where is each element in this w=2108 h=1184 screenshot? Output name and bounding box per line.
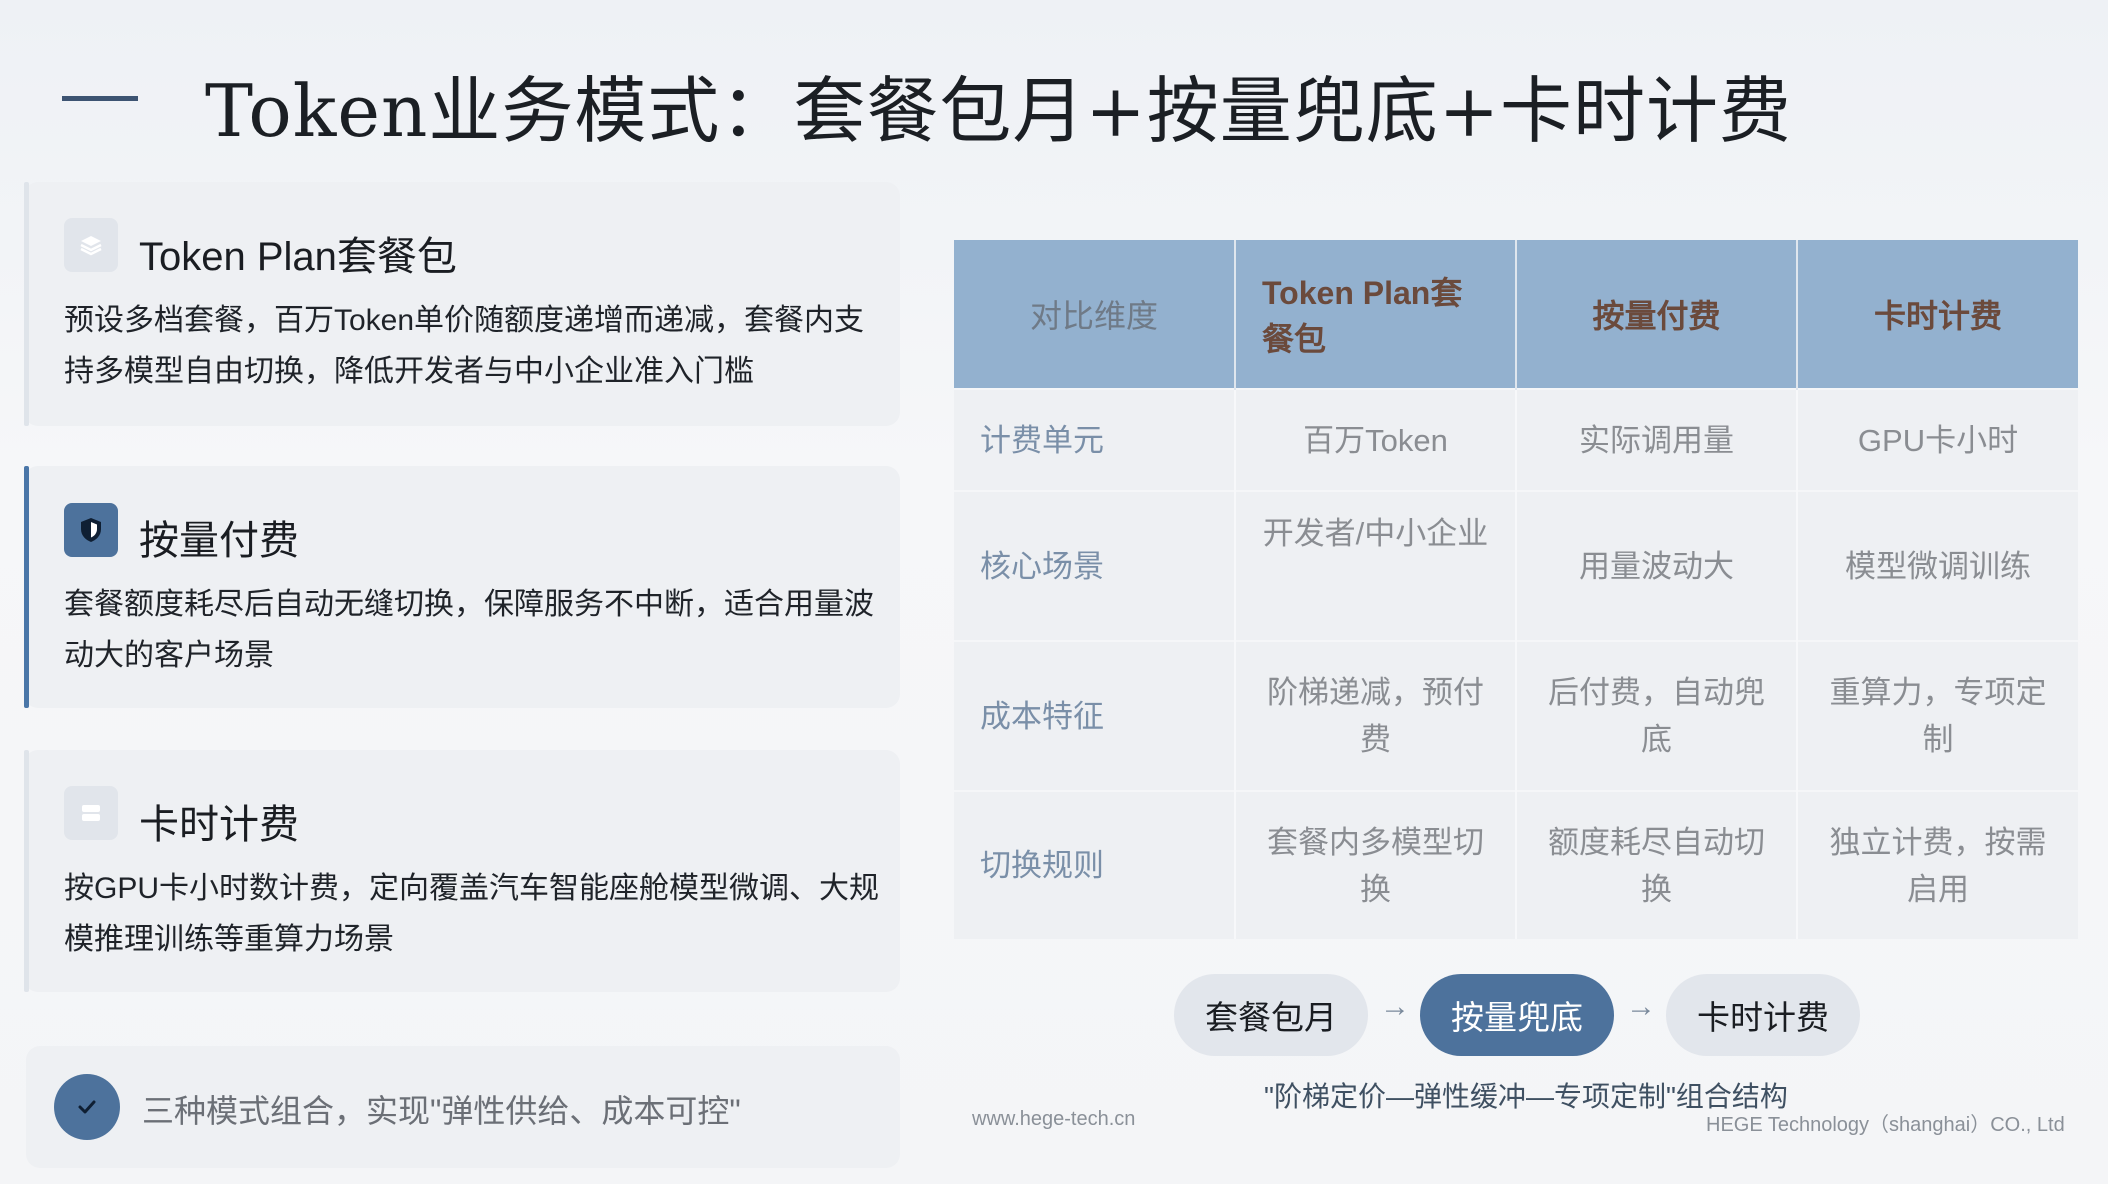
card-accent (24, 182, 29, 426)
row-header-cell: 切换规则 (954, 790, 1236, 939)
table-cell: 阶梯递减，预付费 (1235, 640, 1517, 791)
title-accent-bar (62, 96, 138, 101)
arrow-right-icon: → (1380, 990, 1410, 1023)
row-header-cell: 核心场景 (954, 490, 1236, 641)
table-cell: 套餐内多模型切换 (1235, 790, 1517, 939)
card-accent (24, 750, 29, 992)
footer-company: HEGE Technology（shanghai）CO., Ltd (1706, 1114, 2065, 1136)
flow-step-gpu-hour[interactable]: 卡时计费 (1666, 974, 1860, 1056)
card-accent (24, 466, 29, 708)
summary-text: 三种模式组合，实现"弹性供给、成本可控" (142, 1093, 741, 1129)
comparison-table: 对比维度 Token Plan套餐包 按量付费 卡时计费 计费单元 百万Toke… (954, 240, 2078, 939)
table-row: 切换规则 套餐内多模型切换 额度耗尽自动切换 独立计费，按需启用 (954, 790, 2078, 939)
header-cell: 卡时计费 (1797, 240, 2078, 389)
card-body: 按GPU卡小时数计费，定向覆盖汽车智能座舱模型微调、大规模推理训练等重算力场景 (64, 872, 880, 956)
footer-website[interactable]: www.hege-tech.cn (972, 1108, 1135, 1131)
card-gpu-hour[interactable]: 卡时计费 按GPU卡小时数计费，定向覆盖汽车智能座舱模型微调、大规模推理训练等重… (24, 750, 900, 992)
arrow-right-icon: → (1626, 990, 1656, 1023)
card-heading: 按量付费 (139, 519, 299, 563)
table-row: 核心场景 开发者/中小企业 用量波动大 模型微调训练 (954, 490, 2078, 641)
table-row: 成本特征 阶梯递减，预付费 后付费，自动兜底 重算力，专项定制 (954, 640, 2078, 791)
layers-icon (64, 218, 118, 272)
check-icon (54, 1074, 120, 1140)
table-cell: GPU卡小时 (1797, 388, 2078, 491)
server-icon (64, 786, 118, 840)
table-cell: 独立计费，按需启用 (1797, 790, 2078, 939)
card-token-plan[interactable]: Token Plan套餐包 预设多档套餐，百万Token单价随额度递增而递减，套… (24, 182, 900, 426)
header-cell: 按量付费 (1516, 240, 1798, 389)
table-header-row: 对比维度 Token Plan套餐包 按量付费 卡时计费 (954, 240, 2078, 389)
row-header-cell: 成本特征 (954, 640, 1236, 791)
shield-icon (64, 503, 118, 557)
card-heading: 卡时计费 (139, 803, 299, 847)
table-cell: 实际调用量 (1516, 388, 1798, 491)
card-heading: Token Plan套餐包 (139, 235, 457, 279)
flow-step-subscription[interactable]: 套餐包月 (1174, 974, 1368, 1056)
table-cell: 额度耗尽自动切换 (1516, 790, 1798, 939)
flow-step-pay-as-you-go[interactable]: 按量兜底 (1420, 974, 1614, 1056)
page-title: Token业务模式：套餐包月+按量兜底+卡时计费 (205, 69, 1793, 153)
card-body: 预设多档套餐，百万Token单价随额度递增而递减，套餐内支持多模型自由切换，降低… (64, 304, 865, 388)
table-cell: 模型微调训练 (1797, 490, 2078, 641)
header-cell: 对比维度 (954, 240, 1236, 389)
table-cell: 用量波动大 (1516, 490, 1798, 641)
table-cell: 百万Token (1235, 388, 1517, 491)
card-pay-as-you-go[interactable]: 按量付费 套餐额度耗尽后自动无缝切换，保障服务不中断，适合用量波动大的客户场景 (24, 466, 900, 708)
table-row: 计费单元 百万Token 实际调用量 GPU卡小时 (954, 388, 2078, 491)
table-cell: 后付费，自动兜底 (1516, 640, 1798, 791)
row-header-cell: 计费单元 (954, 388, 1236, 491)
table-cell: 重算力，专项定制 (1797, 640, 2078, 791)
card-body: 套餐额度耗尽后自动无缝切换，保障服务不中断，适合用量波动大的客户场景 (64, 588, 874, 672)
table-cell: 开发者/中小企业 (1235, 490, 1517, 641)
header-cell: Token Plan套餐包 (1235, 240, 1517, 389)
summary-callout: 三种模式组合，实现"弹性供给、成本可控" (26, 1046, 900, 1168)
